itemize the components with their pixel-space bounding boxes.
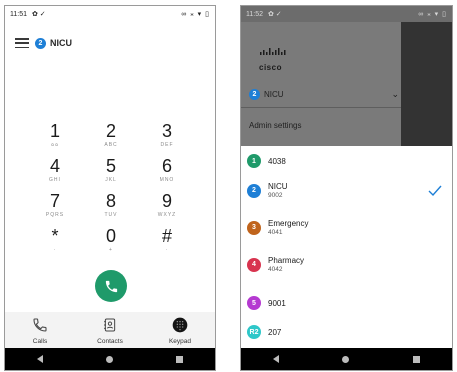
chevron-down-icon[interactable]: ⌄	[391, 89, 399, 100]
line-avatar: 1	[247, 154, 261, 168]
tab-keypad-label: Keypad	[168, 338, 192, 345]
line-badge: 2	[35, 37, 46, 49]
line-item[interactable]: 1 4038	[241, 154, 452, 168]
keypad-icon	[172, 317, 188, 333]
current-line-name: NICU	[264, 90, 284, 99]
tab-keypad[interactable]: Keypad	[145, 312, 215, 352]
home-icon[interactable]	[342, 355, 350, 363]
line-badge: 2	[249, 89, 260, 100]
key-2[interactable]: 2 ABC	[83, 122, 139, 157]
phone-outline-icon	[33, 318, 47, 332]
line-number: 9002	[268, 192, 283, 199]
key-8[interactable]: 8 TUV	[83, 192, 139, 227]
cisco-bars-icon	[260, 48, 286, 55]
dialer-screen: 11:51 ✿ ✓ ∞ ⁎ ▾ ▯ 2 NICU 1 ᴑᴑ 2 ABC 3 DEF 4…	[4, 5, 216, 371]
status-bar: 11:51 ✿ ✓ ∞ ⁎ ▾ ▯	[5, 6, 215, 22]
drawer-divider	[241, 107, 401, 108]
key-4[interactable]: 4 GHI	[27, 157, 83, 192]
line-avatar: 3	[247, 220, 261, 235]
status-system-icons: ∞ ⁎ ▾ ▯	[181, 11, 210, 18]
admin-settings-item[interactable]: Admin settings	[249, 121, 301, 130]
system-navigation-bar	[5, 348, 215, 370]
drawer-scrim[interactable]	[401, 22, 452, 146]
key-0[interactable]: 0 +	[83, 227, 139, 262]
current-line-selector[interactable]: 2 NICU ⌄	[249, 89, 399, 100]
line-avatar: 4	[247, 257, 261, 272]
line-list-sheet: 1 4038 2 NICU 9002 3 Emergency 4041 4 Ph…	[241, 146, 452, 348]
line-item[interactable]: 3 Emergency 4041	[241, 219, 452, 236]
status-notification-icons: ✿ ✓	[32, 11, 46, 18]
status-bar: 11:52 ✿ ✓ ∞ ⁎ ▾ ▯	[241, 6, 452, 22]
recents-icon[interactable]	[413, 355, 421, 363]
status-time: 11:51	[10, 10, 27, 18]
key-5[interactable]: 5 JKL	[83, 157, 139, 192]
line-name: Pharmacy	[268, 256, 305, 265]
bottom-navigation: Calls Contacts Keypad	[5, 312, 215, 352]
navigation-drawer-overlay: 11:52 ✿ ✓ ∞ ⁎ ▾ ▯ cisco 2 NICU ⌄ Admin s…	[241, 6, 452, 146]
tab-contacts[interactable]: Contacts	[75, 312, 145, 352]
line-item[interactable]: 4 Pharmacy 4042	[241, 256, 452, 273]
line-name[interactable]: NICU	[50, 38, 72, 48]
tab-calls-label: Calls	[32, 338, 48, 345]
line-item[interactable]: 5 9001	[241, 296, 452, 310]
navigation-drawer: cisco 2 NICU ⌄ Admin settings	[241, 22, 401, 146]
key-hash[interactable]: # ·	[139, 227, 195, 262]
back-icon[interactable]	[36, 355, 43, 363]
status-time: 11:52	[246, 10, 263, 18]
dial-keypad: 1 ᴑᴑ 2 ABC 3 DEF 4 GHI 5 JKL 6 MNO 7 PQRS 8 TUV …	[27, 122, 195, 262]
line-name: Emergency	[268, 219, 309, 228]
line-number: 4042	[268, 266, 283, 273]
status-notification-icons: ✿ ✓	[268, 11, 282, 18]
menu-icon[interactable]	[15, 38, 29, 48]
voicemail-icon: ᴑᴑ	[50, 142, 60, 148]
key-3[interactable]: 3 DEF	[139, 122, 195, 157]
recents-icon[interactable]	[176, 355, 184, 363]
line-avatar: 5	[247, 296, 261, 310]
line-number: 4041	[268, 229, 283, 236]
system-navigation-bar	[241, 348, 452, 370]
tab-calls[interactable]: Calls	[5, 312, 75, 352]
line-avatar: R2	[247, 325, 261, 339]
tab-contacts-label: Contacts	[97, 338, 123, 345]
key-6[interactable]: 6 MNO	[139, 157, 195, 192]
line-name: 207	[268, 327, 282, 337]
line-item[interactable]: 2 NICU 9002	[241, 182, 452, 199]
line-avatar: 2	[247, 183, 261, 198]
key-9[interactable]: 9 WXYZ	[139, 192, 195, 227]
key-star[interactable]: * ·	[27, 227, 83, 262]
cisco-logo: cisco	[259, 44, 289, 72]
phone-icon	[105, 280, 117, 292]
checkmark-icon	[428, 185, 442, 196]
line-name: 4038	[268, 156, 286, 166]
key-7[interactable]: 7 PQRS	[27, 192, 83, 227]
line-picker-screen: 11:52 ✿ ✓ ∞ ⁎ ▾ ▯ cisco 2 NICU ⌄ Admin s…	[240, 5, 453, 371]
line-item[interactable]: R2 207	[241, 325, 452, 339]
app-bar: 2 NICU	[5, 30, 215, 56]
brand-name: cisco	[259, 63, 282, 72]
contacts-icon	[104, 318, 116, 332]
status-system-icons: ∞ ⁎ ▾ ▯	[418, 11, 447, 18]
call-button[interactable]	[95, 270, 127, 302]
key-1[interactable]: 1 ᴑᴑ	[27, 122, 83, 157]
line-name: 9001	[268, 298, 286, 308]
line-name: NICU	[268, 182, 288, 191]
back-icon[interactable]	[272, 355, 279, 363]
home-icon[interactable]	[105, 355, 113, 363]
